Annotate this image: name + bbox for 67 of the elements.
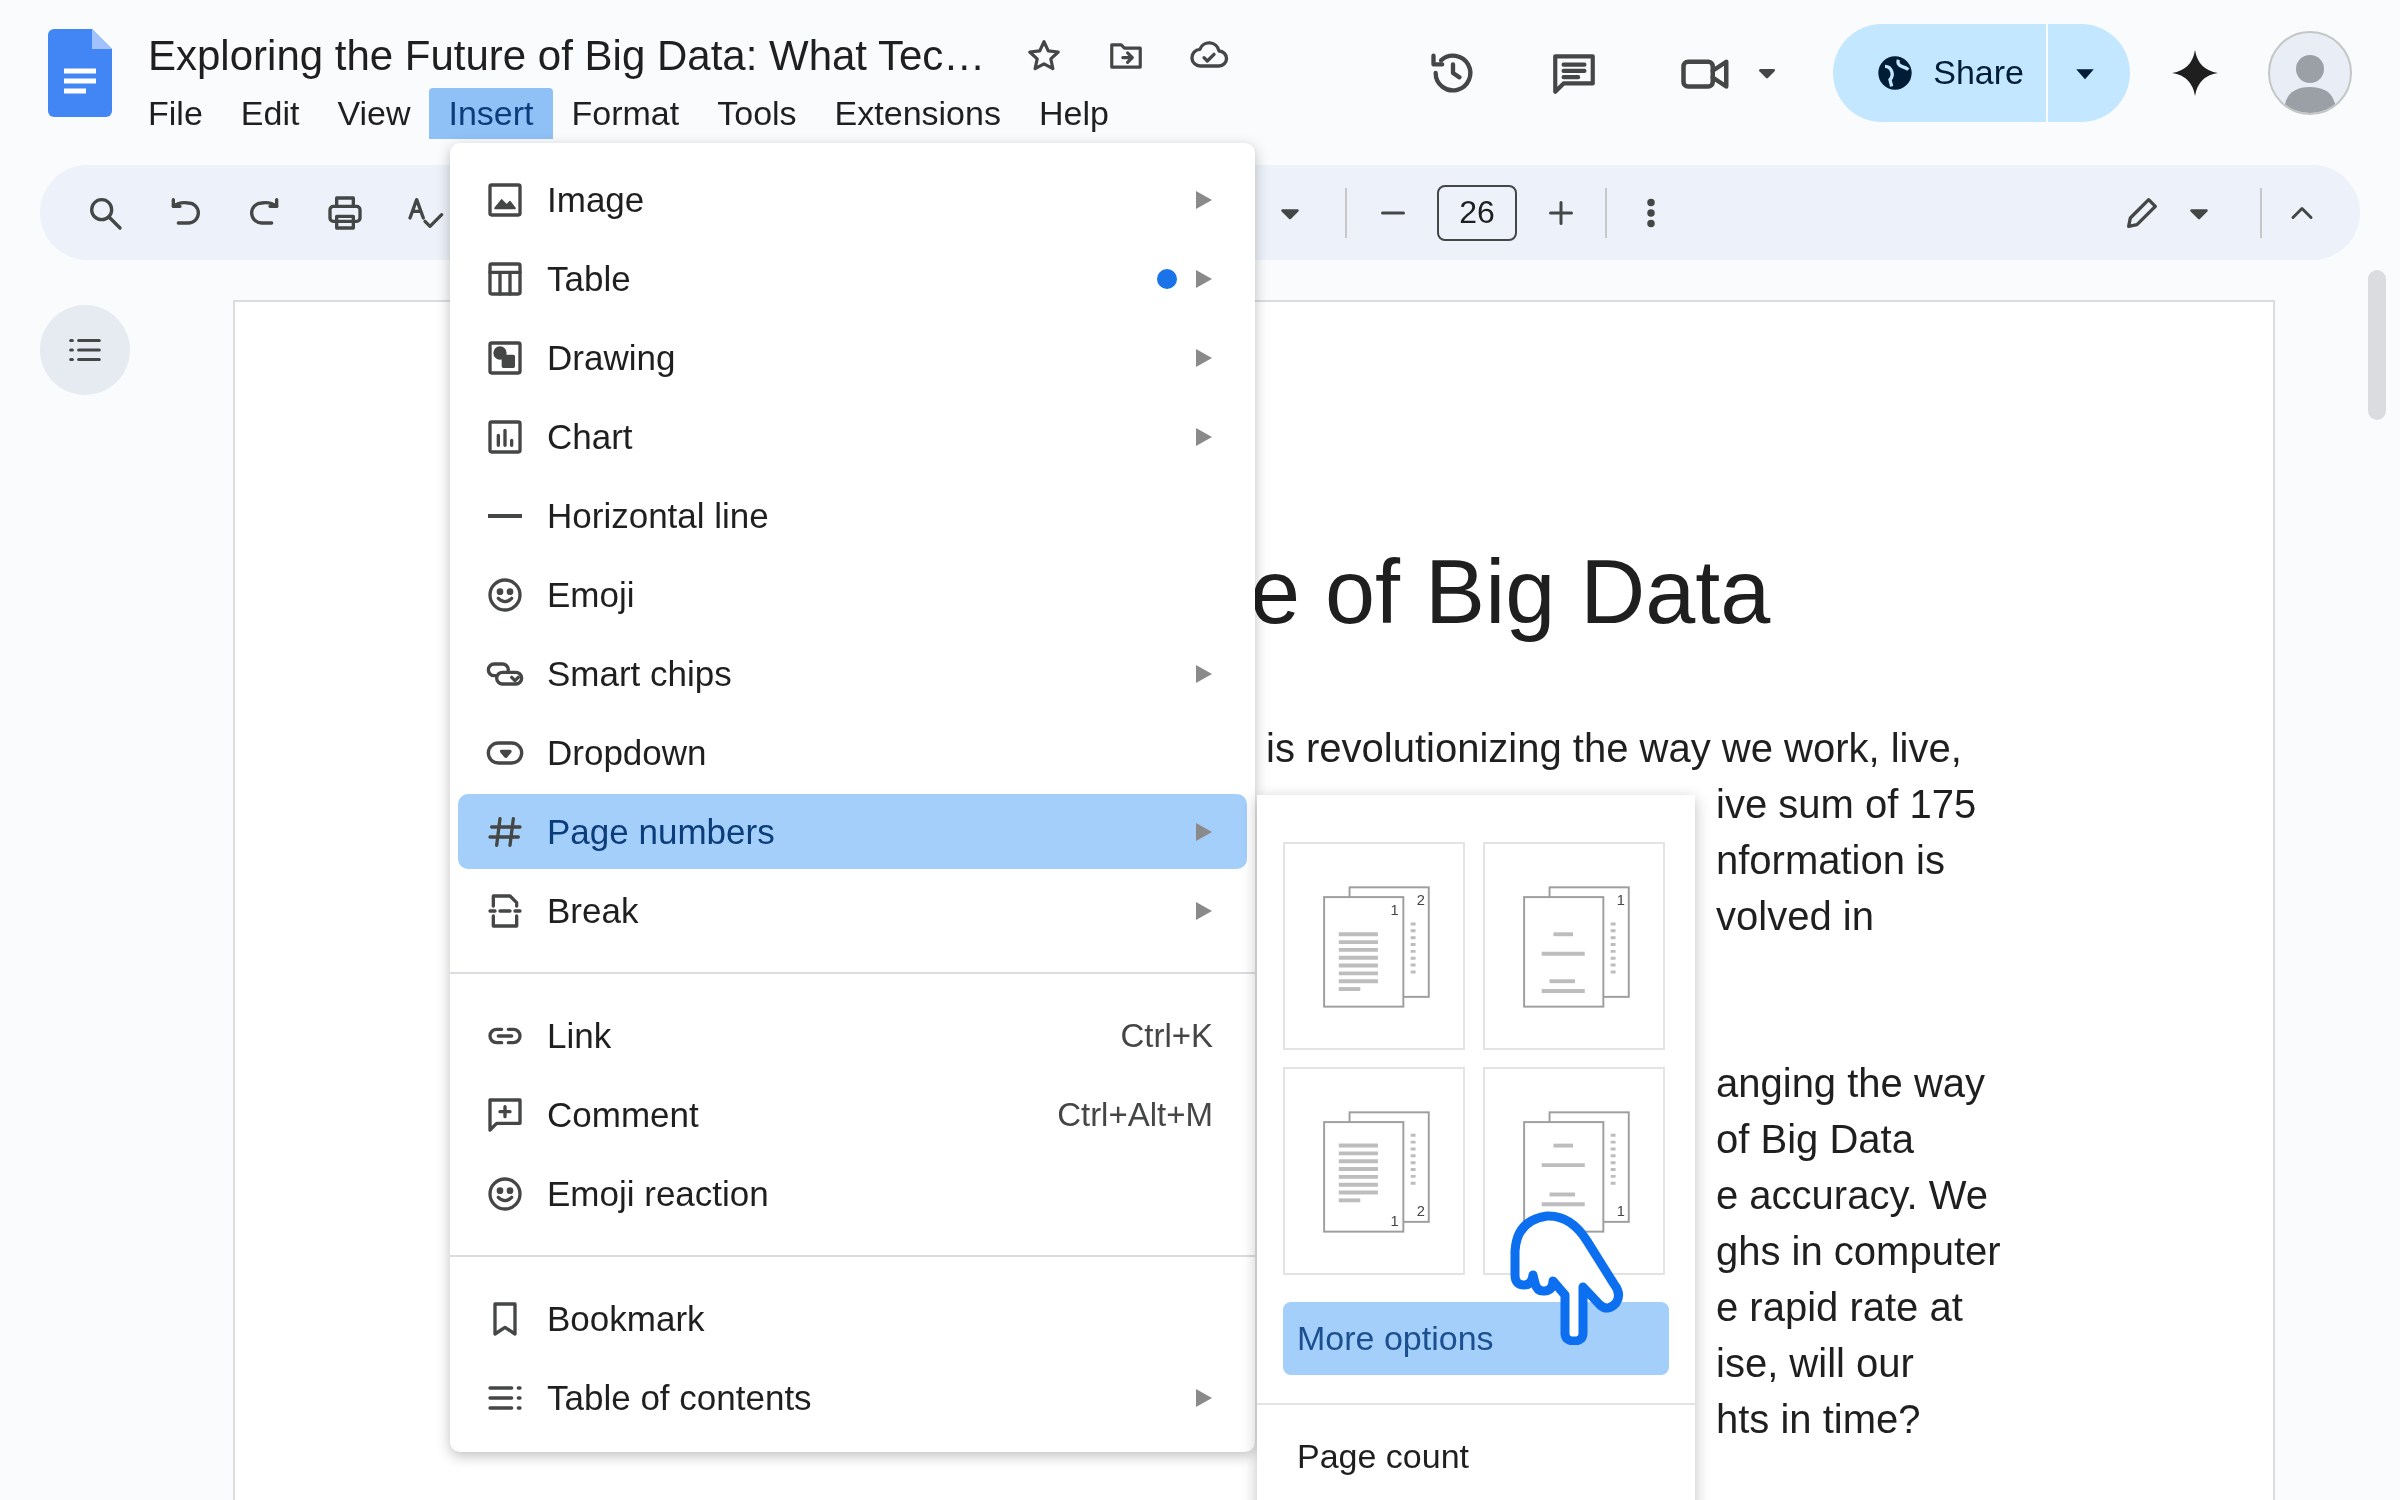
scrollbar[interactable] <box>2368 270 2386 420</box>
menu-item[interactable]: Link Ctrl+K <box>450 996 1255 1075</box>
page-number-label: 2 <box>1416 1203 1425 1219</box>
menu-item[interactable]: Chart <box>450 397 1255 476</box>
menu-item[interactable]: Dropdown <box>450 713 1255 792</box>
menu-item-label: Emoji reaction <box>547 1173 769 1214</box>
pages-icon <box>1523 886 1630 1008</box>
body-text-line: of Big Data <box>1716 1116 1915 1163</box>
page-number-label: 1 <box>1390 901 1399 918</box>
menu-item-label: Dropdown <box>547 732 707 773</box>
body-text-line: e accuracy. We <box>1716 1172 1989 1219</box>
body-text-line: is revolutionizing the way we work, live, <box>1266 725 1963 772</box>
page-number-option[interactable]: 1 2 <box>1283 1067 1465 1275</box>
body-text-line: anging the way <box>1716 1060 1987 1107</box>
menu-item[interactable]: Format <box>552 88 699 139</box>
menu-item-label: Image <box>547 179 645 220</box>
body-text-line: nformation is <box>1716 837 1946 884</box>
menu-item-label: Drawing <box>547 337 676 378</box>
menu-item-label: Smart chips <box>547 653 732 694</box>
page-number-option[interactable]: 1 <box>1483 842 1665 1050</box>
page-number-label: 2 <box>1416 891 1425 908</box>
menu-item-label: Emoji <box>547 574 635 615</box>
more-options-button[interactable]: More options <box>1283 1302 1669 1375</box>
page-number-label: 1 <box>1616 891 1625 908</box>
menu-item[interactable]: Tools <box>698 88 816 139</box>
body-text-line: ive sum of 175 <box>1716 781 1978 828</box>
menu-item-label: Table of contents <box>547 1377 812 1418</box>
font-size-field[interactable]: 26 <box>1437 184 1517 241</box>
menu-item[interactable]: Emoji reaction <box>450 1154 1255 1233</box>
menu-item-label: Page numbers <box>547 811 775 852</box>
menu-item[interactable]: Table <box>450 239 1255 318</box>
menu-item[interactable]: Break <box>450 871 1255 950</box>
menu-item[interactable]: Image <box>450 160 1255 239</box>
menu-item[interactable]: View <box>318 88 430 139</box>
body-text-line: ise, will our <box>1716 1340 1915 1387</box>
keyboard-shortcut: Ctrl+Alt+M <box>1057 1095 1213 1134</box>
pages-icon <box>1323 886 1430 1008</box>
pages-icon <box>1523 1111 1630 1233</box>
menu-item[interactable]: Extensions <box>815 88 1020 139</box>
body-text-line: volved in <box>1716 893 1875 940</box>
menu-item-label: Bookmark <box>547 1298 705 1339</box>
menu-item[interactable]: Insert <box>429 88 553 139</box>
menu-item-label: Break <box>547 890 639 931</box>
page-number-label: 1 <box>1390 1212 1399 1229</box>
menu-item[interactable]: File <box>129 88 222 139</box>
page-number-option[interactable]: 1 2 <box>1283 842 1465 1050</box>
menu-item-label: Comment <box>547 1094 699 1135</box>
page-number-label: 1 <box>1616 1203 1625 1219</box>
menu-item[interactable]: Page count <box>1297 1437 1470 1476</box>
body-text-line: ghs in computer <box>1716 1228 2002 1275</box>
menu-item-label: Link <box>547 1015 612 1056</box>
menu-item[interactable]: Edit <box>221 88 319 139</box>
menu-item[interactable]: Bookmark <box>450 1279 1255 1358</box>
menu-item[interactable]: Drawing <box>450 318 1255 397</box>
menu-item-label: Chart <box>547 416 633 457</box>
keyboard-shortcut: Ctrl+K <box>1120 1016 1213 1055</box>
docs-logo-icon[interactable] <box>48 28 112 117</box>
document-title[interactable]: Exploring the Future of Big Data: What Tec… <box>148 32 986 80</box>
menu-item-label: Table <box>547 258 631 299</box>
pages-icon <box>1323 1111 1430 1233</box>
menu-item-label: Horizontal line <box>547 495 769 536</box>
menu-item[interactable]: Table of contents <box>450 1358 1255 1437</box>
menu-item[interactable]: Help <box>1019 88 1128 139</box>
body-text-line: hts in time? <box>1716 1396 1922 1443</box>
menu-item[interactable]: Comment Ctrl+Alt+M <box>450 1075 1255 1154</box>
body-text-line: e rapid rate at <box>1716 1284 1964 1331</box>
menu-item[interactable]: Page numbers <box>458 794 1247 869</box>
